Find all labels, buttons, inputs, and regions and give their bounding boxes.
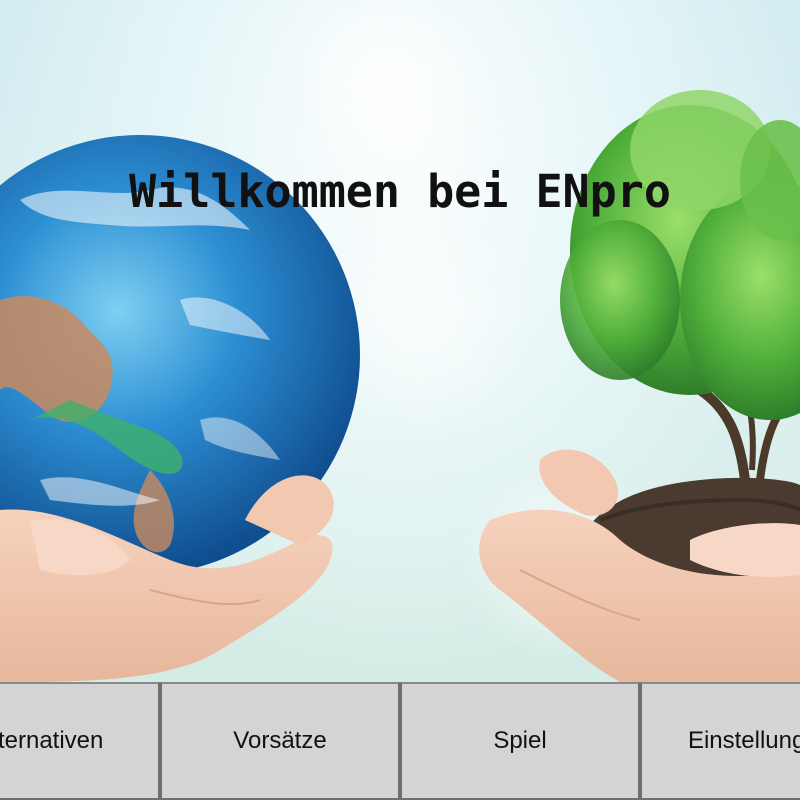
- bokeh-light: [290, 0, 470, 170]
- resolutions-button-label: Vorsätze: [233, 727, 327, 754]
- alternatives-button[interactable]: Alternativen: [0, 682, 160, 800]
- page-title: Willkommen bei ENpro: [129, 165, 671, 218]
- settings-button-label: Einstellungen: [687, 727, 800, 754]
- hero-background: Willkommen bei ENpro: [0, 0, 800, 682]
- game-button[interactable]: Spiel: [400, 682, 640, 800]
- tree-icon: [560, 90, 800, 481]
- bottom-navigation: Alternativen Vorsätze Spiel Einstellunge…: [0, 682, 800, 800]
- resolutions-button[interactable]: Vorsätze: [160, 682, 400, 800]
- alternatives-button-label: Alternativen: [0, 727, 104, 754]
- hero-illustration: [0, 0, 800, 682]
- settings-button[interactable]: Einstellungen: [640, 682, 800, 800]
- game-button-label: Spiel: [493, 727, 547, 754]
